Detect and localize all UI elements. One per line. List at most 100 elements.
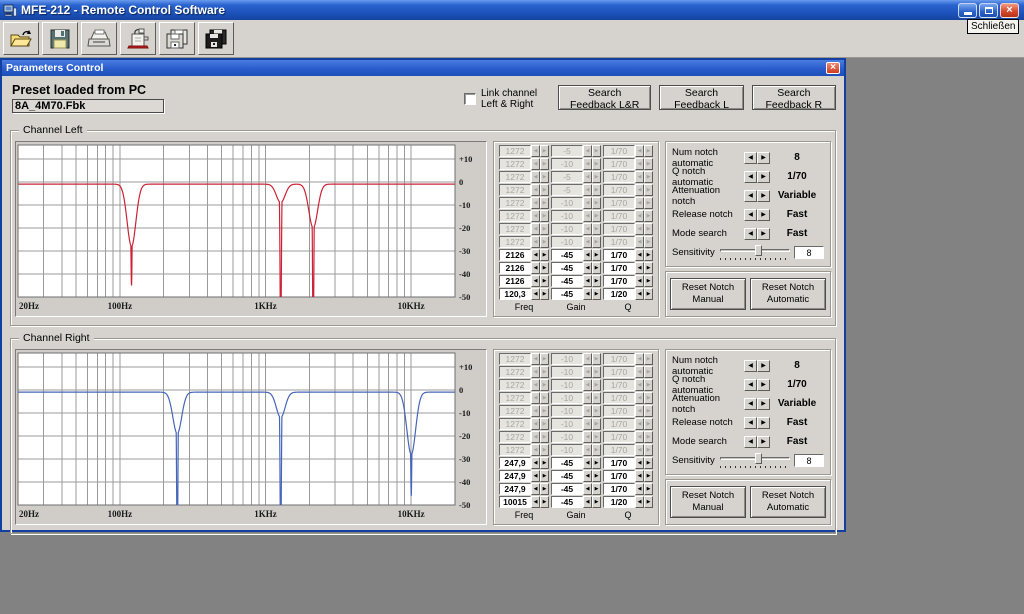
gain-input[interactable] (551, 496, 583, 508)
freq-decrement-button[interactable]: ◀ (531, 457, 540, 469)
gain-increment-button[interactable]: ▶ (592, 197, 601, 209)
gain-decrement-button[interactable]: ◀ (583, 184, 592, 196)
freq-decrement-button[interactable]: ◀ (531, 262, 540, 274)
q-increment-button[interactable]: ▶ (644, 470, 653, 482)
freq-increment-button[interactable]: ▶ (540, 288, 549, 300)
q-input[interactable] (603, 405, 635, 417)
mode-search-decrement-button[interactable]: ◀ (744, 436, 757, 448)
gain-increment-button[interactable]: ▶ (592, 249, 601, 261)
q-decrement-button[interactable]: ◀ (635, 392, 644, 404)
freq-decrement-button[interactable]: ◀ (531, 379, 540, 391)
freq-decrement-button[interactable]: ◀ (531, 366, 540, 378)
freq-input[interactable] (499, 158, 531, 170)
gain-input[interactable] (551, 275, 583, 287)
gain-decrement-button[interactable]: ◀ (583, 210, 592, 222)
freq-increment-button[interactable]: ▶ (540, 197, 549, 209)
gain-decrement-button[interactable]: ◀ (583, 366, 592, 378)
q-increment-button[interactable]: ▶ (644, 145, 653, 157)
attenuation-notch-decrement-button[interactable]: ◀ (744, 190, 757, 202)
freq-input[interactable] (499, 288, 531, 300)
gain-decrement-button[interactable]: ◀ (583, 483, 592, 495)
num-notch-automatic-increment-button[interactable]: ▶ (757, 360, 770, 372)
freq-increment-button[interactable]: ▶ (540, 457, 549, 469)
gain-increment-button[interactable]: ▶ (592, 457, 601, 469)
freq-increment-button[interactable]: ▶ (540, 392, 549, 404)
freq-decrement-button[interactable]: ◀ (531, 197, 540, 209)
q-input[interactable] (603, 418, 635, 430)
copy-disks-button[interactable] (159, 22, 195, 55)
freq-increment-button[interactable]: ▶ (540, 223, 549, 235)
gain-decrement-button[interactable]: ◀ (583, 392, 592, 404)
freq-increment-button[interactable]: ▶ (540, 405, 549, 417)
q-decrement-button[interactable]: ◀ (635, 288, 644, 300)
link-channel-checkbox[interactable]: Link channel Left & Right (464, 88, 556, 110)
freq-decrement-button[interactable]: ◀ (531, 483, 540, 495)
backup-disks-button[interactable] (198, 22, 234, 55)
search-feedback-l-button[interactable]: Search Feedback L (659, 85, 743, 110)
q-input[interactable] (603, 366, 635, 378)
gain-input[interactable] (551, 249, 583, 261)
q-input[interactable] (603, 353, 635, 365)
q-input[interactable] (603, 262, 635, 274)
freq-input[interactable] (499, 197, 531, 209)
q-increment-button[interactable]: ▶ (644, 392, 653, 404)
gain-input[interactable] (551, 145, 583, 157)
freq-decrement-button[interactable]: ◀ (531, 210, 540, 222)
dialog-close-button[interactable]: × (826, 62, 840, 74)
q-increment-button[interactable]: ▶ (644, 418, 653, 430)
freq-decrement-button[interactable]: ◀ (531, 288, 540, 300)
gain-increment-button[interactable]: ▶ (592, 379, 601, 391)
gain-decrement-button[interactable]: ◀ (583, 457, 592, 469)
gain-increment-button[interactable]: ▶ (592, 171, 601, 183)
freq-input[interactable] (499, 418, 531, 430)
q-increment-button[interactable]: ▶ (644, 288, 653, 300)
q-decrement-button[interactable]: ◀ (635, 470, 644, 482)
q-increment-button[interactable]: ▶ (644, 405, 653, 417)
gain-decrement-button[interactable]: ◀ (583, 496, 592, 508)
gain-decrement-button[interactable]: ◀ (583, 405, 592, 417)
q-input[interactable] (603, 483, 635, 495)
dialog-titlebar[interactable]: Parameters Control × (2, 60, 844, 76)
freq-increment-button[interactable]: ▶ (540, 275, 549, 287)
freq-decrement-button[interactable]: ◀ (531, 184, 540, 196)
freq-input[interactable] (499, 353, 531, 365)
q-input[interactable] (603, 470, 635, 482)
gain-input[interactable] (551, 184, 583, 196)
gain-decrement-button[interactable]: ◀ (583, 249, 592, 261)
reset-notch-manual-button[interactable]: Reset Notch Manual (670, 278, 746, 310)
gain-decrement-button[interactable]: ◀ (583, 171, 592, 183)
gain-decrement-button[interactable]: ◀ (583, 353, 592, 365)
q-increment-button[interactable]: ▶ (644, 275, 653, 287)
freq-increment-button[interactable]: ▶ (540, 431, 549, 443)
freq-input[interactable] (499, 236, 531, 248)
freq-decrement-button[interactable]: ◀ (531, 223, 540, 235)
freq-input[interactable] (499, 496, 531, 508)
q-decrement-button[interactable]: ◀ (635, 145, 644, 157)
q-decrement-button[interactable]: ◀ (635, 158, 644, 170)
freq-increment-button[interactable]: ▶ (540, 171, 549, 183)
gain-input[interactable] (551, 353, 583, 365)
q-decrement-button[interactable]: ◀ (635, 366, 644, 378)
freq-increment-button[interactable]: ▶ (540, 483, 549, 495)
freq-decrement-button[interactable]: ◀ (531, 158, 540, 170)
freq-input[interactable] (499, 470, 531, 482)
release-notch-decrement-button[interactable]: ◀ (744, 209, 757, 221)
q-input[interactable] (603, 184, 635, 196)
freq-input[interactable] (499, 223, 531, 235)
q-input[interactable] (603, 197, 635, 209)
q-increment-button[interactable]: ▶ (644, 223, 653, 235)
slider-thumb[interactable] (755, 245, 762, 256)
gain-increment-button[interactable]: ▶ (592, 431, 601, 443)
q-decrement-button[interactable]: ◀ (635, 353, 644, 365)
q-increment-button[interactable]: ▶ (644, 249, 653, 261)
reset-notch-automatic-button[interactable]: Reset Notch Automatic (750, 486, 826, 518)
gain-input[interactable] (551, 418, 583, 430)
q-decrement-button[interactable]: ◀ (635, 275, 644, 287)
freq-decrement-button[interactable]: ◀ (531, 171, 540, 183)
freq-increment-button[interactable]: ▶ (540, 379, 549, 391)
q-decrement-button[interactable]: ◀ (635, 496, 644, 508)
gain-input[interactable] (551, 444, 583, 456)
freq-decrement-button[interactable]: ◀ (531, 470, 540, 482)
freq-input[interactable] (499, 405, 531, 417)
freq-decrement-button[interactable]: ◀ (531, 353, 540, 365)
